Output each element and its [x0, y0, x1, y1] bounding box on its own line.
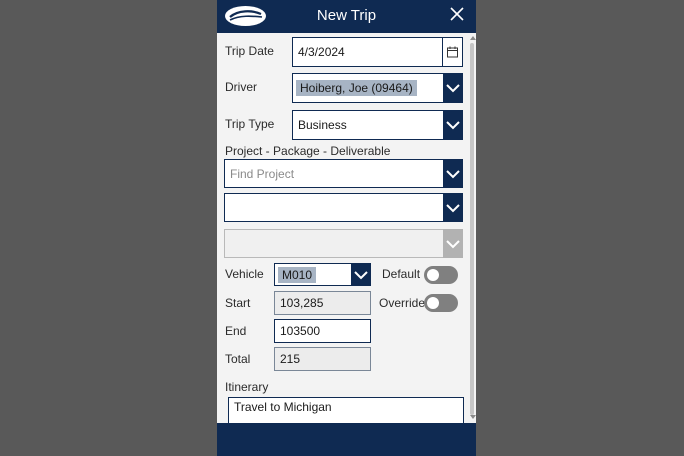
scroll-up-icon[interactable]: [470, 35, 476, 40]
itinerary-label: Itinerary: [225, 380, 269, 394]
trip-type-value: Business: [298, 118, 347, 132]
new-trip-panel: New Trip Trip Date 4/3/2024 Driver Hoibe…: [217, 0, 476, 456]
page-title: New Trip: [316, 7, 377, 24]
vehicle-dropdown[interactable]: M010: [274, 263, 371, 286]
trip-type-dropdown[interactable]: Business: [292, 110, 463, 140]
default-toggle-knob: [427, 269, 439, 281]
deliverable-dropdown: [224, 229, 463, 258]
end-odometer-field[interactable]: 103500: [274, 319, 371, 343]
driver-value: Hoiberg, Joe (09464): [296, 80, 417, 96]
driver-label: Driver: [225, 80, 257, 94]
default-toggle[interactable]: [424, 266, 458, 284]
trip-date-value: 4/3/2024: [298, 45, 345, 59]
vehicle-chevron-down-icon[interactable]: [351, 263, 371, 286]
find-project-dropdown[interactable]: Find Project: [224, 159, 463, 188]
close-icon[interactable]: [449, 6, 465, 22]
override-label: Override: [379, 296, 426, 310]
calendar-icon[interactable]: [442, 38, 462, 66]
end-label: End: [225, 324, 247, 338]
deliverable-chevron-down-icon: [443, 229, 463, 258]
project-section-label: Project - Package - Deliverable: [225, 144, 391, 158]
vehicle-label: Vehicle: [225, 267, 264, 281]
total-value: 215: [280, 352, 301, 366]
find-project-placeholder: Find Project: [230, 166, 295, 181]
total-label: Total: [225, 352, 251, 366]
trip-type-label: Trip Type: [225, 117, 275, 131]
trip-type-chevron-down-icon[interactable]: [443, 110, 463, 140]
project-chevron-down-icon[interactable]: [443, 159, 463, 188]
total-field: 215: [274, 347, 371, 371]
start-label: Start: [225, 296, 251, 310]
start-odometer-field: 103,285: [274, 291, 371, 315]
trip-date-field[interactable]: 4/3/2024: [292, 37, 463, 67]
vehicle-value: M010: [278, 266, 317, 283]
package-chevron-down-icon[interactable]: [443, 193, 463, 222]
driver-dropdown[interactable]: Hoiberg, Joe (09464): [292, 73, 463, 103]
package-dropdown[interactable]: [224, 193, 463, 222]
footer-bar: [217, 423, 476, 456]
override-toggle[interactable]: [424, 294, 458, 312]
default-label: Default: [382, 267, 421, 281]
override-toggle-knob: [427, 297, 439, 309]
trip-date-label: Trip Date: [225, 44, 274, 58]
driver-chevron-down-icon[interactable]: [443, 73, 463, 103]
header-bar: New Trip: [217, 0, 476, 33]
form-scrollbar[interactable]: [469, 33, 476, 423]
start-value: 103,285: [280, 296, 324, 310]
end-value: 103500: [280, 324, 321, 338]
scroll-down-icon[interactable]: [470, 415, 476, 420]
scroll-thumb[interactable]: [470, 43, 474, 415]
